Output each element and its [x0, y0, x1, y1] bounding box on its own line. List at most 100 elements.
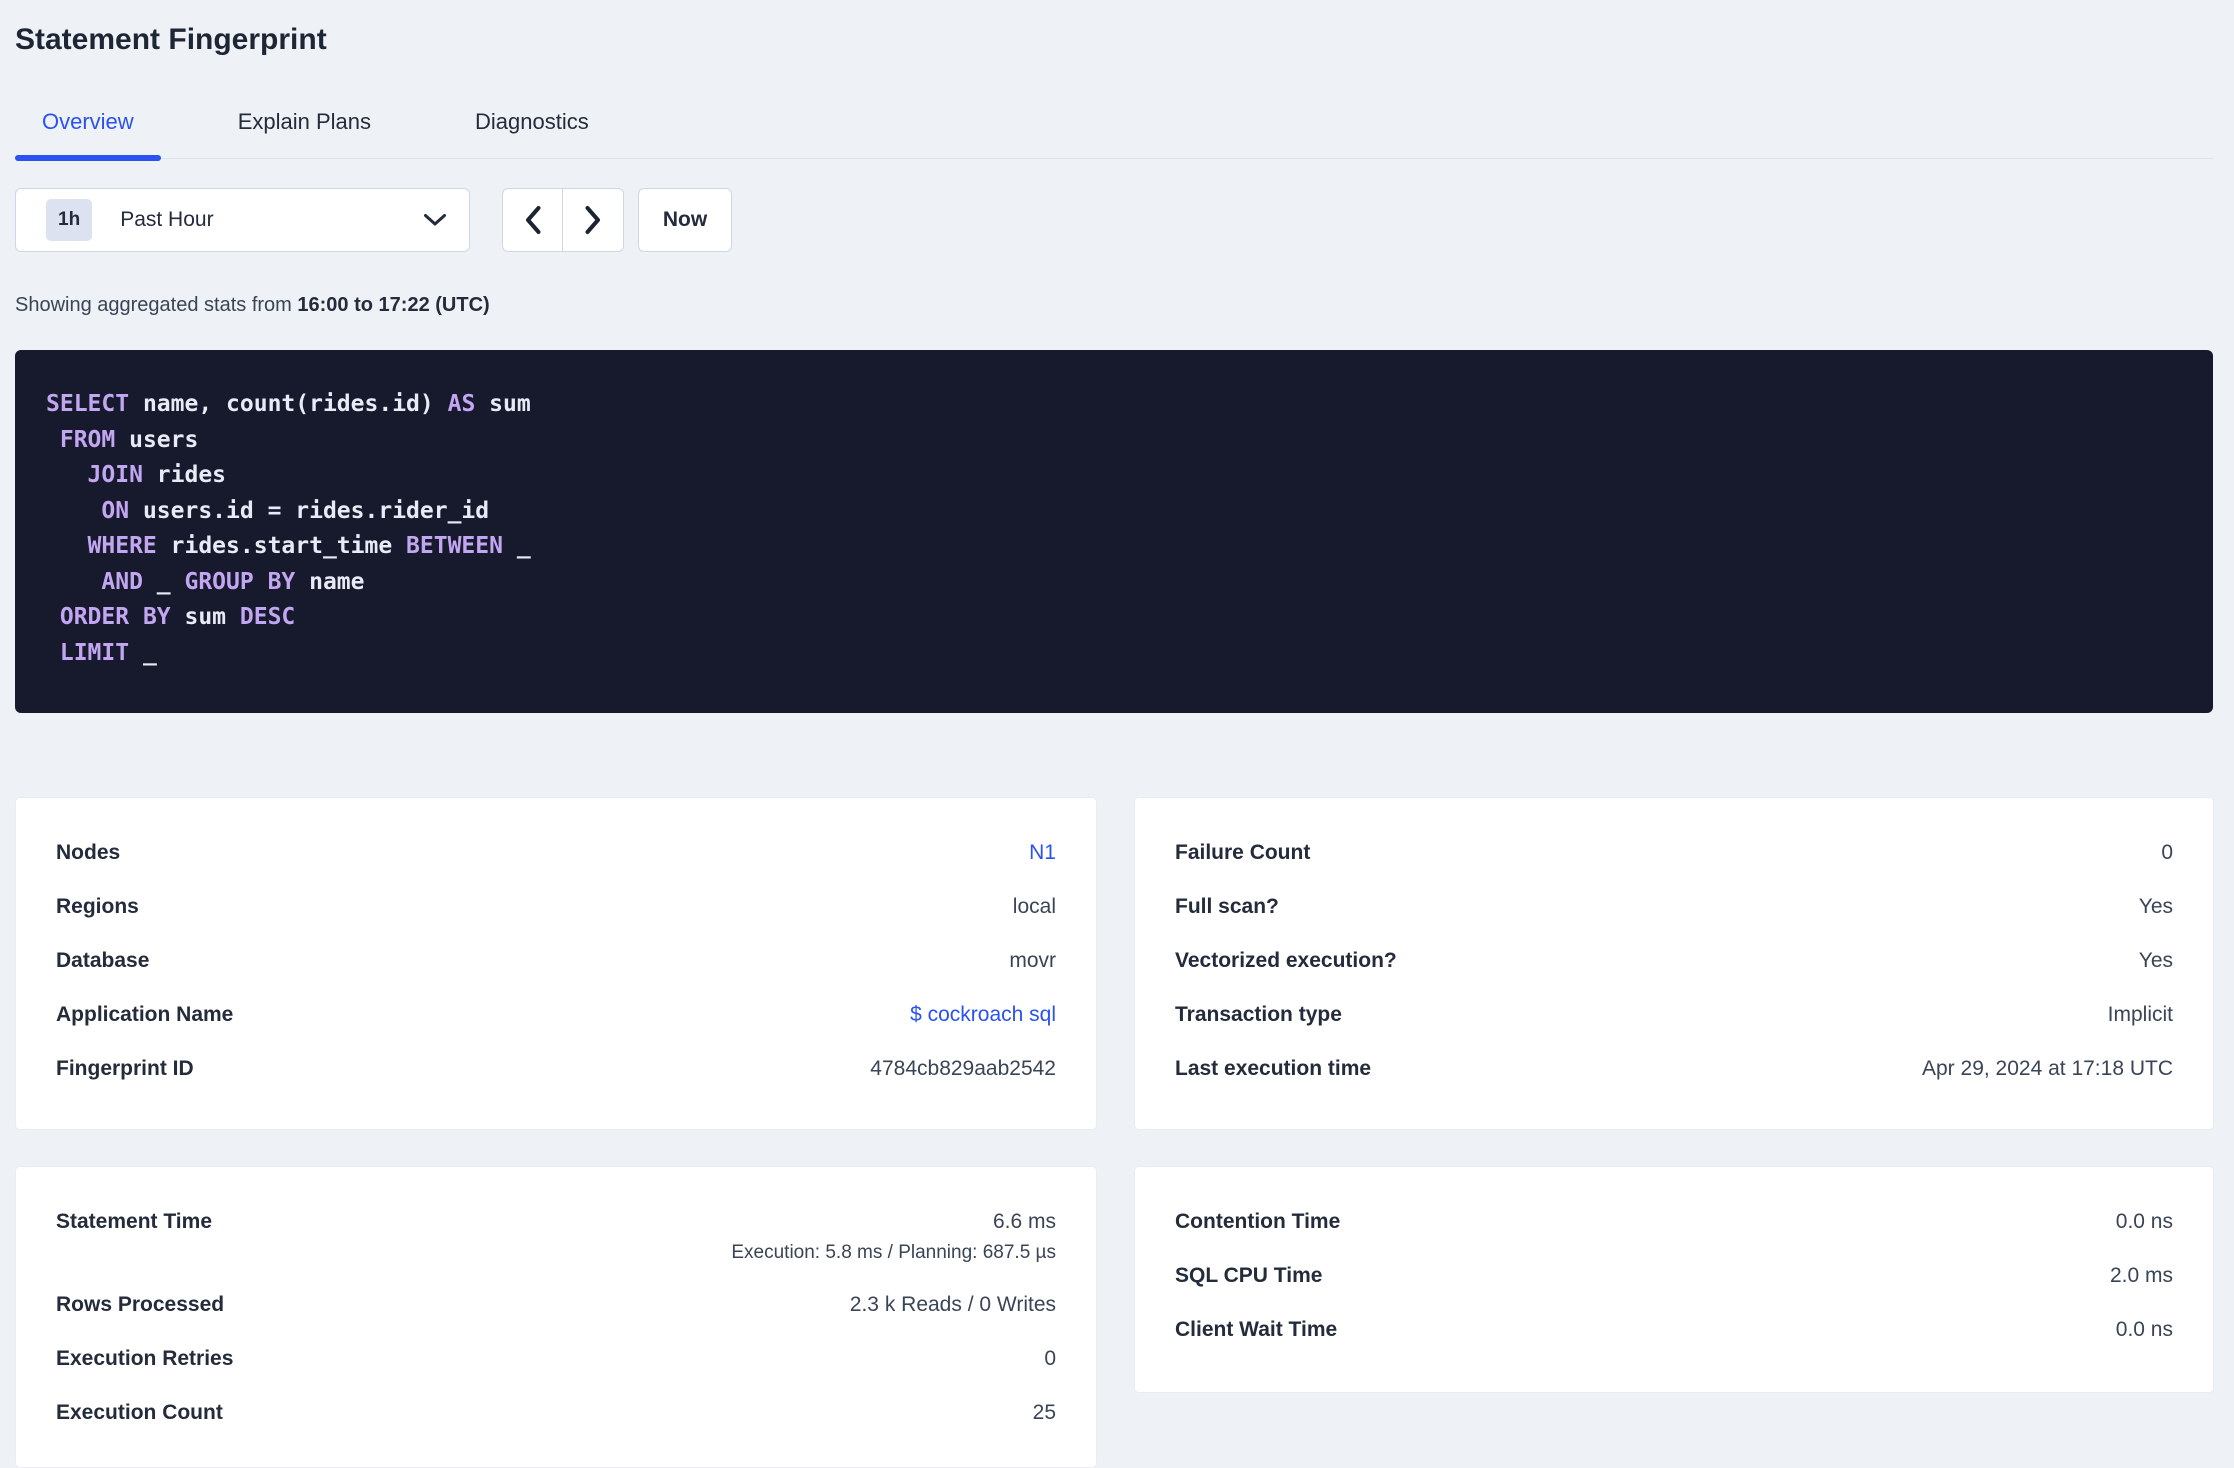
sql-keyword: AS: [447, 391, 476, 417]
stat-value: 6.6 ms: [992, 1210, 1056, 1233]
stat-value-group: Yes: [2139, 895, 2173, 919]
sql-keyword: SELECT: [46, 391, 130, 417]
stat-label: Nodes: [56, 841, 121, 864]
details-card-right: Failure Count 0 Full scan? Yes Vectorized ex…: [1134, 797, 2214, 1130]
sql-keyword: AND: [101, 568, 143, 595]
sql-keyword: LIMIT: [59, 639, 130, 666]
stat-row: Transaction type Implicit: [1175, 1003, 2173, 1057]
stat-value-group: 0: [1044, 1347, 1056, 1371]
sql-line: ON users.id = rides.rider_id: [46, 494, 2179, 530]
sql-keyword: JOIN: [87, 462, 143, 488]
stat-row: Execution Retries 0: [56, 1347, 1056, 1401]
stat-value-link[interactable]: $ cockroach sql: [910, 1003, 1056, 1026]
stat-value-group: $ cockroach sql: [910, 1003, 1056, 1027]
sql-line: ORDER BY sum DESC: [46, 600, 2179, 636]
tab-diagnostics[interactable]: Diagnostics: [448, 109, 616, 158]
stat-value: 25: [1032, 1401, 1056, 1424]
statement-fingerprint-page: Statement Fingerprint Overview Explain P…: [0, 0, 2234, 1468]
stat-value-group: Yes: [2139, 949, 2173, 973]
sql-text: sum: [170, 604, 240, 630]
sql-text: name, count(rides.id): [129, 391, 448, 417]
time-prev-button[interactable]: [503, 189, 563, 251]
stat-value-group: 0: [2161, 841, 2173, 865]
sql-keyword: ORDER BY: [59, 604, 171, 630]
stat-value: Implicit: [2107, 1003, 2173, 1026]
stat-label: Regions: [56, 895, 139, 918]
stat-value: Apr 29, 2024 at 17:18 UTC: [1922, 1057, 2173, 1080]
aggregated-stats-text: Showing aggregated stats from 16:00 to 1…: [15, 294, 2213, 317]
time-range-select[interactable]: 1h Past Hour: [15, 188, 470, 252]
sql-line: FROM users: [46, 423, 2179, 459]
time-step-buttons: [502, 188, 624, 252]
stat-label: Vectorized execution?: [1175, 949, 1397, 972]
stat-row: Full scan? Yes: [1175, 895, 2173, 949]
stat-value-group: 4784cb829aab2542: [870, 1057, 1056, 1081]
stat-subvalue: Execution: 5.8 ms / Planning: 687.5 µs: [731, 1242, 1056, 1263]
sql-text: users.id = rides.rider_id: [129, 497, 490, 524]
chevron-right-icon: [585, 206, 600, 234]
stat-value-group: Apr 29, 2024 at 17:18 UTC: [1922, 1057, 2173, 1081]
tab-overview[interactable]: Overview: [15, 109, 161, 161]
stat-value: 0: [2161, 841, 2173, 864]
stat-row: Fingerprint ID 4784cb829aab2542: [56, 1057, 1056, 1111]
stat-row: SQL CPU Time 2.0 ms: [1175, 1264, 2173, 1318]
time-range-badge: 1h: [46, 199, 93, 241]
details-card-left: Nodes N1 Regions local Database movr Applicati…: [15, 797, 1097, 1130]
stat-label: Transaction type: [1175, 1003, 1342, 1026]
stat-value-group: 6.6 ms Execution: 5.8 ms / Planning: 687.…: [731, 1210, 1056, 1264]
stat-value-group: N1: [1029, 841, 1056, 865]
stat-label: Failure Count: [1175, 841, 1311, 864]
stat-value: 0.0 ns: [2115, 1210, 2173, 1233]
stat-label: Client Wait Time: [1175, 1318, 1338, 1341]
tab-explain-plans[interactable]: Explain Plans: [211, 109, 398, 158]
sql-line: LIMIT _: [46, 636, 2179, 672]
time-toolbar: 1h Past Hour Now: [15, 188, 2213, 252]
stat-row: Contention Time 0.0 ns: [1175, 1210, 2173, 1264]
tab-bar: Overview Explain Plans Diagnostics: [15, 109, 2213, 161]
time-range-label: Past Hour: [120, 208, 214, 231]
stat-value: 0: [1044, 1347, 1056, 1370]
stat-value-group: 25: [1033, 1401, 1056, 1425]
sql-text: sum: [475, 391, 531, 417]
sql-text: _: [142, 568, 185, 595]
sql-line: AND _ GROUP BY name: [46, 565, 2179, 601]
stat-label: Rows Processed: [56, 1293, 225, 1316]
stat-label: Statement Time: [56, 1210, 212, 1233]
sql-text: name: [295, 568, 365, 595]
now-button[interactable]: Now: [638, 188, 732, 252]
stat-value: 4784cb829aab2542: [870, 1057, 1056, 1080]
stat-value-group: local: [1013, 895, 1056, 919]
sql-keyword: DESC: [239, 604, 296, 630]
stat-row: Rows Processed 2.3 k Reads / 0 Writes: [56, 1293, 1056, 1347]
sql-line: WHERE rides.start_time BETWEEN _: [46, 529, 2179, 565]
stat-value-link[interactable]: N1: [1029, 841, 1056, 864]
page-title: Statement Fingerprint: [15, 23, 327, 56]
stat-value: 0.0 ns: [2115, 1318, 2173, 1341]
sql-keyword: ON: [101, 497, 130, 524]
stat-value-group: 2.3 k Reads / 0 Writes: [850, 1293, 1056, 1317]
chevron-down-icon: [424, 214, 446, 226]
stat-label: Execution Retries: [56, 1347, 234, 1370]
timing-card-left: Statement Time 6.6 ms Execution: 5.8 ms / …: [15, 1166, 1097, 1468]
stat-row: Database movr: [56, 949, 1056, 1003]
sql-text: rides: [142, 462, 227, 488]
time-next-button[interactable]: [563, 189, 623, 251]
sql-text: rides.start_time: [156, 533, 407, 559]
stat-row: Nodes N1: [56, 841, 1056, 895]
stat-value-group: 0.0 ns: [2116, 1318, 2173, 1342]
stat-value: movr: [1009, 949, 1056, 972]
stat-value-group: Implicit: [2108, 1003, 2173, 1027]
stat-label: Full scan?: [1175, 895, 1279, 918]
sql-keyword: BETWEEN: [406, 533, 503, 559]
stat-row: Last execution time Apr 29, 2024 at 17:18…: [1175, 1057, 2173, 1111]
stats-cards-grid: Nodes N1 Regions local Database movr Applicati…: [15, 797, 2214, 1468]
stat-row: Regions local: [56, 895, 1056, 949]
stat-value-group: 2.0 ms: [2110, 1264, 2173, 1288]
